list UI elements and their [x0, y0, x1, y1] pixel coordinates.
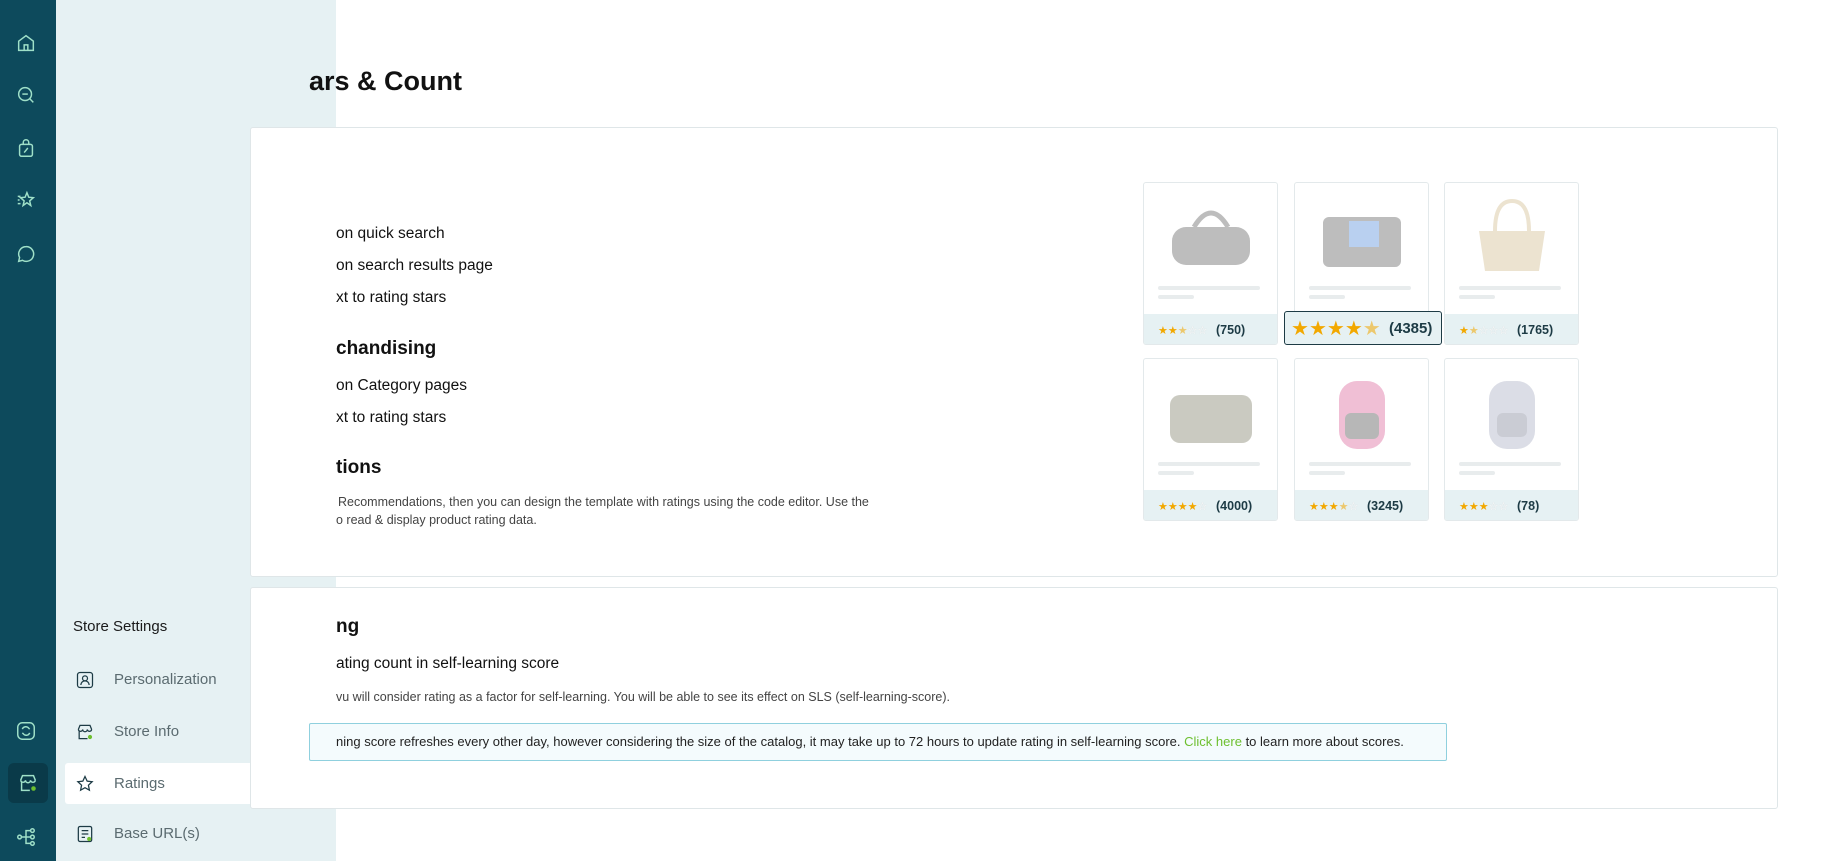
- icon-rail: [0, 0, 56, 861]
- tote-bag-image: [1479, 198, 1545, 271]
- star-icon: [74, 773, 96, 795]
- option-count-next-to-stars[interactable]: xt to rating stars: [336, 289, 446, 307]
- rating-count: (4000): [1216, 499, 1253, 513]
- store-info-icon: [74, 721, 96, 743]
- product-preview-tile: ★★★☆☆ (750): [1143, 182, 1278, 345]
- backpack-pink-image: [1339, 381, 1385, 449]
- section-heading-recommendations: tions: [336, 457, 382, 478]
- recommendations-desc-line2: o read & display product rating data.: [336, 513, 537, 527]
- duffel-bag-image: [1172, 210, 1250, 265]
- recommendations-desc-line1: Recommendations, then you can design the…: [338, 495, 869, 509]
- product-preview-tile: ★★★☆☆ (78): [1444, 358, 1579, 521]
- rating-count: (1765): [1517, 323, 1554, 337]
- rating-count: (78): [1517, 499, 1540, 513]
- menu-item-label: Ratings: [114, 775, 165, 792]
- self-learning-desc: vu will consider rating as a factor for …: [336, 690, 950, 704]
- menu-item-label: Base URL(s): [114, 825, 200, 842]
- messenger-bag-image: [1323, 217, 1401, 267]
- menu-item-label: Store Info: [114, 723, 180, 740]
- backpack-white-image: [1489, 381, 1535, 449]
- home-icon[interactable]: [12, 29, 40, 57]
- store-settings-icon[interactable]: [8, 763, 48, 803]
- page-title: ars & Count: [309, 66, 463, 96]
- section-heading-merchandising: chandising: [336, 338, 437, 359]
- drawer-title: Store Settings: [73, 618, 168, 635]
- option-quick-search[interactable]: on quick search: [336, 225, 445, 243]
- product-preview-tile: ★★★★☆ (3245): [1294, 358, 1429, 521]
- rating-count: (4385): [1389, 319, 1433, 337]
- menu-item-label: Personalization: [114, 671, 217, 688]
- product-preview-tile: ★★★★☆ (4000): [1143, 358, 1278, 521]
- info-text: ning score refreshes every other day, ho…: [336, 734, 1181, 749]
- rating-stars: ★★★★★: [1291, 317, 1381, 340]
- rating-stars: ★★★★☆: [1309, 500, 1359, 513]
- option-search-results[interactable]: on search results page: [336, 257, 493, 275]
- rating-count: (3245): [1367, 499, 1404, 513]
- sync-icon[interactable]: [12, 717, 40, 745]
- info-tail: to learn more about scores.: [1245, 734, 1404, 749]
- option-rating-count-sls[interactable]: ating count in self-learning score: [336, 655, 559, 673]
- search-refresh-icon[interactable]: [12, 81, 40, 109]
- rating-count: (750): [1216, 323, 1246, 337]
- menu-item-base-urls[interactable]: Base URL(s): [65, 813, 327, 854]
- info-callout: ning score refreshes every other day, ho…: [309, 723, 1447, 761]
- workflow-icon[interactable]: [12, 823, 40, 851]
- chat-icon[interactable]: [12, 240, 40, 268]
- option-category-pages[interactable]: on Category pages: [336, 377, 467, 395]
- rating-stars: ★★★☆☆: [1459, 500, 1509, 513]
- option-category-count[interactable]: xt to rating stars: [336, 409, 446, 427]
- rating-stars: ★★★☆☆: [1158, 324, 1208, 337]
- shopping-bag-icon[interactable]: [12, 134, 40, 162]
- product-preview-tile: ★★☆☆☆ (1765): [1444, 182, 1579, 345]
- section-heading-self-learning: ng: [336, 616, 360, 637]
- rating-stars: ★★★★☆: [1158, 500, 1208, 513]
- learn-more-link[interactable]: Click here: [1184, 734, 1242, 749]
- info-callout-text: ning score refreshes every other day, ho…: [336, 734, 1404, 749]
- base-url-icon: [74, 823, 96, 845]
- star-sparkle-icon[interactable]: [12, 186, 40, 214]
- messenger-bag-2-image: [1170, 395, 1252, 443]
- rating-stars: ★★☆☆☆: [1459, 324, 1509, 337]
- product-preview-tile-highlighted: ★★★★★ (4385): [1284, 182, 1442, 345]
- personalization-icon: [74, 669, 96, 691]
